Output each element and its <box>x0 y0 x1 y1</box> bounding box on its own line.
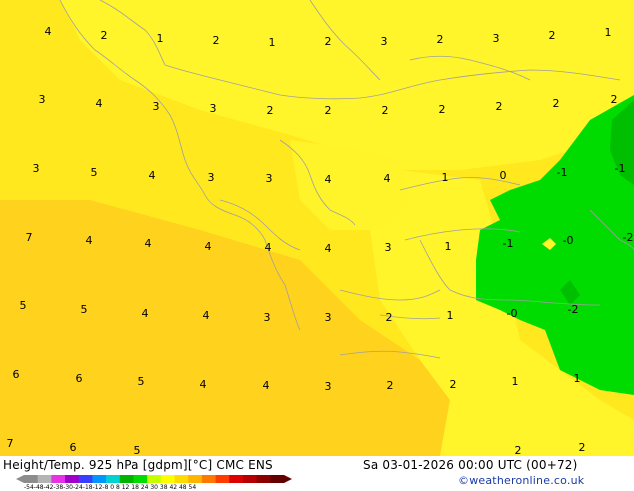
temperature-label: 3 <box>325 311 332 324</box>
temperature-label: -0 <box>507 307 518 320</box>
temperature-label: 4 <box>384 172 391 185</box>
temperature-label: 5 <box>138 375 145 388</box>
temperature-label: 4 <box>200 378 207 391</box>
colorbar-segment <box>160 475 176 483</box>
temperature-label: 4 <box>145 237 152 250</box>
temperature-label: 5 <box>20 299 27 312</box>
temperature-label: -1 <box>503 237 514 250</box>
temperature-label: 3 <box>33 162 40 175</box>
temperature-label: 2 <box>101 29 108 42</box>
temperature-label: 2 <box>213 34 220 47</box>
temperature-label: 1 <box>447 309 454 322</box>
valid-datetime: Sa 03-01-2026 00:00 UTC (00+72) <box>363 458 578 472</box>
temperature-label: 6 <box>76 372 83 385</box>
temperature-label: -1 <box>557 166 568 179</box>
temperature-label: 5 <box>81 303 88 316</box>
temperature-label: 2 <box>553 97 560 110</box>
colorbar-segment <box>78 475 93 483</box>
temperature-label: 4 <box>142 307 149 320</box>
colorbar-left-arrow <box>16 475 24 483</box>
colorbar-segment <box>24 475 39 483</box>
colorbar-segment <box>215 475 230 483</box>
temperature-label: 3 <box>381 35 388 48</box>
colorbar-segment <box>65 475 80 483</box>
temperature-label: 1 <box>269 36 276 49</box>
temperature-label: 3 <box>153 100 160 113</box>
temperature-label: 2 <box>579 441 586 454</box>
temperature-label: 2 <box>382 104 389 117</box>
temperature-label: 1 <box>512 375 519 388</box>
colorbar-segment <box>147 475 162 483</box>
temperature-label: -0 <box>563 234 574 247</box>
temperature-label: 7 <box>7 437 14 450</box>
temperature-label: 1 <box>445 240 452 253</box>
temperature-label: 1 <box>605 26 612 39</box>
temperature-label: 1 <box>157 32 164 45</box>
colorbar-segment <box>242 475 258 483</box>
temperature-label: 4 <box>263 379 270 392</box>
temperature-label: 4 <box>325 173 332 186</box>
temperature-label: 4 <box>86 234 93 247</box>
colorbar-segment <box>188 475 203 483</box>
map-title: Height/Temp. 925 hPa [gdpm][°C] CMC ENS <box>3 458 273 472</box>
temperature-label: 2 <box>496 100 503 113</box>
temperature-label: 3 <box>264 311 271 324</box>
temperature-label: 5 <box>91 166 98 179</box>
temperature-label: 2 <box>437 33 444 46</box>
temperature-label: 2 <box>325 35 332 48</box>
temperature-label: 1 <box>442 171 449 184</box>
temperature-label: 4 <box>203 309 210 322</box>
temperature-label: 4 <box>265 241 272 254</box>
temperature-label: -1 <box>615 162 626 175</box>
colorbar-segment <box>256 475 271 483</box>
colorbar <box>16 475 292 483</box>
temperature-label: 6 <box>13 368 20 381</box>
colorbar-segment <box>229 475 244 483</box>
temperature-label: 4 <box>149 169 156 182</box>
temperature-label: 4 <box>325 242 332 255</box>
temperature-label: 3 <box>385 241 392 254</box>
footer: Height/Temp. 925 hPa [gdpm][°C] CMC ENS … <box>0 456 634 491</box>
temperature-label: 2 <box>267 104 274 117</box>
temperature-label: 2 <box>450 378 457 391</box>
colorbar-segment <box>92 475 107 483</box>
temperature-label: -2 <box>623 231 634 244</box>
temperature-label: 2 <box>515 444 522 456</box>
temperature-label: 3 <box>325 380 332 393</box>
temperature-label: 3 <box>493 32 500 45</box>
temperature-label: 2 <box>439 103 446 116</box>
temperature-label: 3 <box>208 171 215 184</box>
temperature-label: 2 <box>387 379 394 392</box>
weather-map: 4 2 1 2 1 2 3 2 3 2 1 3 4 3 3 2 2 2 2 2 2 2 3 5 4 3 3 4 4 1 0 -1 -1 7 4 4 4 4… <box>0 0 634 456</box>
temperature-label: 3 <box>266 172 273 185</box>
colorbar-segment <box>133 475 148 483</box>
colorbar-segment <box>201 475 217 483</box>
temperature-label: 5 <box>134 444 141 456</box>
temperature-label: 6 <box>70 441 77 454</box>
temperature-label: 2 <box>325 104 332 117</box>
temperature-label: 3 <box>39 93 46 106</box>
colorbar-segment <box>174 475 189 483</box>
temperature-label: 4 <box>45 25 52 38</box>
credit-link[interactable]: ©weatheronline.co.uk <box>458 474 584 487</box>
temperature-label: 2 <box>549 29 556 42</box>
colorbar-segment <box>51 475 66 483</box>
temperature-label: 7 <box>26 231 33 244</box>
temperature-label: 0 <box>500 169 507 182</box>
colorbar-right-arrow <box>284 475 292 483</box>
temperature-label: -2 <box>568 303 579 316</box>
temperature-label: 1 <box>574 372 581 385</box>
temperature-label: 2 <box>611 93 618 106</box>
colorbar-segment <box>106 475 121 483</box>
colorbar-segment <box>37 475 52 483</box>
temperature-label: 4 <box>96 97 103 110</box>
colorbar-segment <box>119 475 134 483</box>
temperature-label: 3 <box>210 102 217 115</box>
temperature-label: 2 <box>386 311 393 324</box>
colorbar-segment <box>270 475 285 483</box>
temperature-label: 4 <box>205 240 212 253</box>
